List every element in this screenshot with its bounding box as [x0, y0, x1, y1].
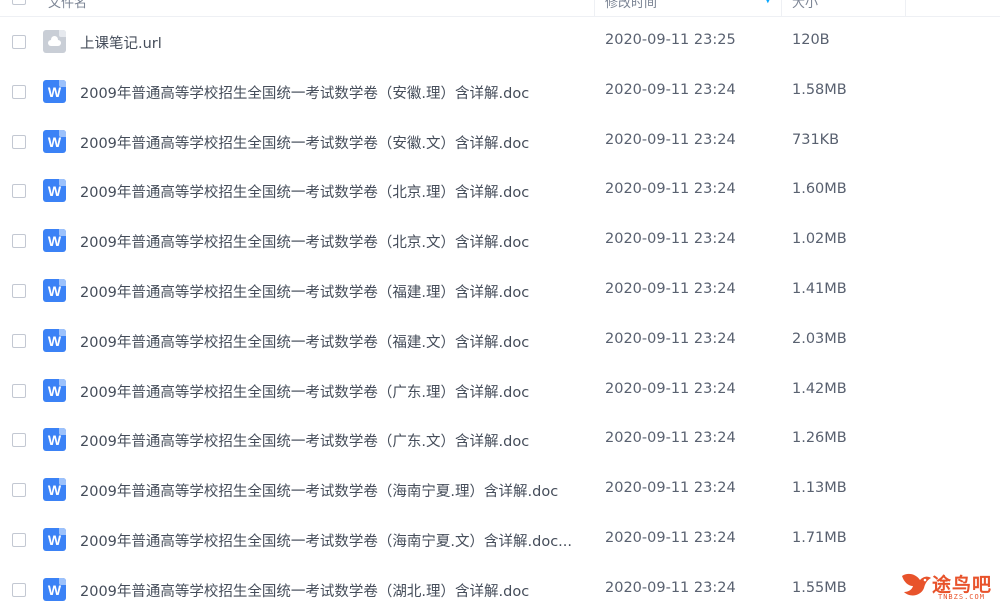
row-checkbox[interactable]	[12, 483, 26, 498]
url-file-icon[interactable]	[43, 30, 66, 53]
file-modified-time: 2020-09-11 23:24	[605, 380, 736, 397]
select-all-checkbox[interactable]	[12, 0, 26, 5]
file-list: 上课笔记.url 2020-09-11 23:25 120B W 2009年普通高等学校…	[0, 17, 1000, 615]
column-divider	[905, 0, 906, 16]
row-checkbox[interactable]	[12, 582, 26, 597]
word-doc-icon[interactable]: W	[43, 527, 66, 551]
column-divider	[594, 0, 595, 16]
file-row[interactable]: W 2009年普通高等学校招生全国统一考试数学卷（福建.文）含详解.doc 2020…	[0, 316, 1000, 366]
file-modified-time: 2020-09-11 23:24	[605, 480, 736, 497]
file-name[interactable]: 2009年普通高等学校招生全国统一考试数学卷（海南宁夏.文）含详解.doc...	[80, 530, 572, 551]
file-row[interactable]: W 2009年普通高等学校招生全国统一考试数学卷（湖北.理）含详解.doc 2020…	[0, 565, 1000, 615]
word-doc-icon[interactable]: W	[43, 378, 66, 402]
row-checkbox[interactable]	[12, 433, 26, 448]
row-checkbox[interactable]	[12, 134, 26, 149]
word-doc-icon[interactable]: W	[43, 129, 66, 153]
file-size: 1.02MB	[792, 231, 847, 248]
word-doc-icon[interactable]: W	[43, 229, 66, 253]
row-checkbox[interactable]	[12, 184, 26, 199]
file-row[interactable]: W 2009年普通高等学校招生全国统一考试数学卷（安徽.理）含详解.doc 2020…	[0, 67, 1000, 117]
file-size: 120B	[792, 32, 830, 48]
file-modified-time: 2020-09-11 23:24	[605, 430, 736, 447]
file-size: 1.60MB	[792, 181, 847, 198]
row-checkbox[interactable]	[12, 234, 26, 249]
file-name[interactable]: 2009年普通高等学校招生全国统一考试数学卷（安徽.文）含详解.doc	[80, 132, 529, 153]
file-row[interactable]: W 2009年普通高等学校招生全国统一考试数学卷（安徽.文）含详解.doc 2020…	[0, 117, 1000, 167]
file-name[interactable]: 上课笔记.url	[80, 32, 162, 53]
word-doc-icon[interactable]: W	[43, 577, 66, 601]
row-checkbox[interactable]	[12, 84, 26, 99]
watermark-logo: 途鸟吧 TNBZS.COM	[898, 566, 998, 606]
file-row[interactable]: W 2009年普通高等学校招生全国统一考试数学卷（福建.理）含详解.doc 2020…	[0, 266, 1000, 316]
word-doc-icon[interactable]: W	[43, 278, 66, 302]
file-modified-time: 2020-09-11 23:24	[605, 181, 736, 198]
column-header-size[interactable]: 大小	[792, 0, 818, 11]
file-name[interactable]: 2009年普通高等学校招生全国统一考试数学卷（广东.理）含详解.doc	[80, 381, 529, 402]
file-name[interactable]: 2009年普通高等学校招生全国统一考试数学卷（安徽.理）含详解.doc	[80, 82, 529, 103]
file-name[interactable]: 2009年普通高等学校招生全国统一考试数学卷（北京.理）含详解.doc	[80, 181, 529, 202]
word-doc-icon[interactable]: W	[43, 79, 66, 103]
file-modified-time: 2020-09-11 23:24	[605, 579, 736, 596]
column-divider	[781, 0, 782, 16]
file-row[interactable]: W 2009年普通高等学校招生全国统一考试数学卷（北京.理）含详解.doc 2020…	[0, 166, 1000, 216]
file-row[interactable]: W 2009年普通高等学校招生全国统一考试数学卷（广东.理）含详解.doc 2020…	[0, 366, 1000, 416]
file-modified-time: 2020-09-11 23:24	[605, 81, 736, 98]
file-list-header: 文件名 修改时间 ▼ 大小	[0, 0, 1000, 17]
row-checkbox[interactable]	[12, 532, 26, 547]
file-row[interactable]: W 2009年普通高等学校招生全国统一考试数学卷（海南宁夏.文）含详解.doc..…	[0, 515, 1000, 565]
file-modified-time: 2020-09-11 23:24	[605, 231, 736, 248]
row-checkbox[interactable]	[12, 283, 26, 298]
file-size: 1.41MB	[792, 280, 847, 297]
file-modified-time: 2020-09-11 23:24	[605, 529, 736, 546]
column-header-time[interactable]: 修改时间	[605, 0, 657, 11]
file-name[interactable]: 2009年普通高等学校招生全国统一考试数学卷（北京.文）含详解.doc	[80, 231, 529, 252]
file-modified-time: 2020-09-11 23:24	[605, 330, 736, 347]
row-checkbox[interactable]	[12, 35, 26, 49]
file-size: 1.55MB	[792, 579, 847, 596]
file-modified-time: 2020-09-11 23:25	[605, 32, 736, 48]
file-row[interactable]: W 2009年普通高等学校招生全国统一考试数学卷（北京.文）含详解.doc 2020…	[0, 216, 1000, 266]
file-size: 1.58MB	[792, 81, 847, 98]
row-checkbox[interactable]	[12, 333, 26, 348]
column-header-name[interactable]: 文件名	[48, 0, 87, 11]
word-doc-icon[interactable]: W	[43, 328, 66, 352]
file-size: 1.26MB	[792, 430, 847, 447]
file-name[interactable]: 2009年普通高等学校招生全国统一考试数学卷（福建.理）含详解.doc	[80, 281, 529, 302]
row-checkbox[interactable]	[12, 383, 26, 398]
word-doc-icon[interactable]: W	[43, 179, 66, 203]
file-size: 1.71MB	[792, 529, 847, 546]
watermark-subtitle: TNBZS.COM	[938, 593, 985, 601]
file-name[interactable]: 2009年普通高等学校招生全国统一考试数学卷（海南宁夏.理）含详解.doc	[80, 480, 558, 501]
file-row[interactable]: W 2009年普通高等学校招生全国统一考试数学卷（广东.文）含详解.doc 2020…	[0, 415, 1000, 465]
file-row[interactable]: 上课笔记.url 2020-09-11 23:25 120B	[0, 17, 1000, 67]
file-size: 731KB	[792, 131, 840, 148]
file-name[interactable]: 2009年普通高等学校招生全国统一考试数学卷（湖北.理）含详解.doc	[80, 580, 529, 601]
word-doc-icon[interactable]: W	[43, 478, 66, 502]
file-modified-time: 2020-09-11 23:24	[605, 131, 736, 148]
file-size: 2.03MB	[792, 330, 847, 347]
word-doc-icon[interactable]: W	[43, 428, 66, 452]
file-name[interactable]: 2009年普通高等学校招生全国统一考试数学卷（广东.文）含详解.doc	[80, 430, 529, 451]
file-row[interactable]: W 2009年普通高等学校招生全国统一考试数学卷（海南宁夏.理）含详解.doc 20…	[0, 465, 1000, 515]
file-name[interactable]: 2009年普通高等学校招生全国统一考试数学卷（福建.文）含详解.doc	[80, 331, 529, 352]
file-size: 1.13MB	[792, 480, 847, 497]
file-modified-time: 2020-09-11 23:24	[605, 280, 736, 297]
bird-logo-icon	[902, 573, 931, 596]
file-size: 1.42MB	[792, 380, 847, 397]
sort-descending-icon[interactable]: ▼	[764, 0, 772, 5]
